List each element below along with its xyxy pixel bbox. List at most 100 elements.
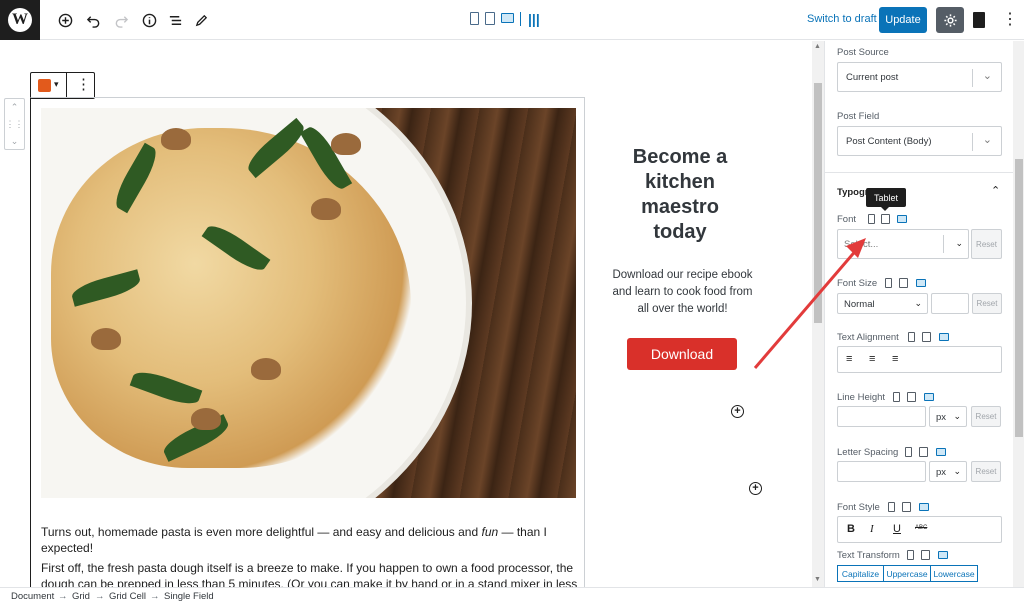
chevron-up-icon[interactable]: ⌃ (991, 184, 1000, 197)
scroll-down-icon[interactable]: ▼ (814, 576, 821, 583)
breadcrumb-grid[interactable]: Grid (72, 591, 90, 602)
list-outline-icon[interactable] (165, 10, 185, 30)
switch-to-draft-link[interactable]: Switch to draft (807, 13, 877, 25)
desktop-icon[interactable] (938, 551, 948, 559)
align-left-icon[interactable]: ≡ (846, 353, 852, 365)
paragraph-2[interactable]: First off, the fresh pasta dough itself … (41, 560, 581, 587)
tablet-icon[interactable] (919, 447, 928, 457)
breadcrumb-grid-cell[interactable]: Grid Cell (109, 591, 146, 602)
chevron-down-icon[interactable]: ▾ (54, 79, 59, 90)
align-center-icon[interactable]: ≡ (869, 353, 875, 365)
redo-icon[interactable] (111, 10, 131, 30)
mobile-icon[interactable] (885, 278, 892, 288)
tablet-icon[interactable] (881, 214, 890, 224)
block-more-options-icon[interactable]: ⋮ (76, 76, 91, 93)
tablet-icon[interactable] (902, 502, 911, 512)
mobile-icon[interactable] (868, 214, 875, 224)
breadcrumb-single-field[interactable]: Single Field (164, 591, 214, 602)
arrow-right-icon: → (58, 591, 68, 602)
chevron-down-icon: ⌄ (982, 134, 992, 146)
tablet-icon[interactable] (922, 332, 931, 342)
desktop-icon[interactable] (897, 215, 907, 223)
block-breadcrumb: Document → Grid → Grid Cell → Single Fie… (0, 587, 1024, 604)
font-size-select[interactable]: Normal ⌄ (837, 293, 928, 314)
mobile-icon[interactable] (908, 332, 915, 342)
underline-button[interactable]: U (893, 523, 901, 535)
tablet-icon[interactable] (907, 392, 916, 402)
font-reset-button[interactable]: Reset (971, 229, 1002, 259)
tablet-tooltip: Tablet (866, 188, 906, 207)
typography-panel-toggle[interactable]: Typogr (837, 187, 869, 198)
move-up-icon[interactable]: ⌃ (5, 99, 24, 116)
heading-line: today (653, 221, 707, 243)
capitalize-button[interactable]: Capitalize (837, 565, 884, 582)
font-placeholder: Select... (844, 239, 879, 250)
font-select[interactable]: Select... ⌄ (837, 229, 969, 259)
more-options-icon[interactable]: ⋮ (1002, 10, 1018, 30)
desktop-icon[interactable] (916, 279, 926, 287)
pencil-icon[interactable] (191, 10, 211, 30)
strikethrough-button[interactable]: ABC (915, 525, 927, 531)
description-line: Download our recipe ebook (612, 269, 753, 281)
align-right-icon[interactable]: ≡ (892, 353, 898, 365)
add-block-icon[interactable]: + (731, 405, 744, 418)
mobile-icon[interactable] (905, 447, 912, 457)
mushroom (331, 133, 361, 155)
desktop-icon[interactable] (936, 448, 946, 456)
uppercase-button[interactable]: Uppercase (883, 565, 931, 582)
paragraph-1[interactable]: Turns out, homemade pasta is even more d… (41, 524, 581, 556)
tablet-preview-icon[interactable] (485, 12, 495, 25)
line-height-unit-select[interactable]: px ⌄ (929, 406, 967, 427)
mobile-icon[interactable] (888, 502, 895, 512)
add-block-icon[interactable] (55, 10, 75, 30)
split-view-icon[interactable]: ||| (528, 11, 540, 27)
select-value: Current post (846, 72, 899, 83)
drag-handle-icon[interactable]: ⋮⋮ (5, 116, 24, 133)
post-field-select[interactable]: Post Content (Body) ⌄ (837, 126, 1002, 156)
add-block-icon[interactable]: + (749, 482, 762, 495)
sidebar-scrollbar[interactable] (1013, 41, 1024, 587)
paragraph-line: dough can be prepped in less than 5 minu… (41, 577, 578, 587)
bold-button[interactable]: B (847, 523, 855, 535)
italic-button[interactable]: I (870, 523, 874, 535)
font-size-reset-button[interactable]: Reset (972, 293, 1002, 314)
pasta-image[interactable] (41, 108, 576, 498)
mobile-icon[interactable] (893, 392, 900, 402)
undo-icon[interactable] (83, 10, 103, 30)
letter-spacing-input[interactable] (837, 461, 926, 482)
line-height-input[interactable] (837, 406, 926, 427)
font-size-custom-input[interactable] (931, 293, 969, 314)
promo-description[interactable]: Download our recipe ebook and learn to c… (605, 267, 760, 318)
scrollbar-thumb[interactable] (1015, 159, 1023, 437)
info-icon[interactable] (139, 10, 159, 30)
mobile-icon[interactable] (907, 550, 914, 560)
move-down-icon[interactable]: ⌄ (5, 133, 24, 150)
paragraph-text: Turns out, homemade pasta is even more d… (41, 525, 482, 539)
line-height-reset-button[interactable]: Reset (971, 406, 1001, 427)
download-button[interactable]: Download (627, 338, 737, 370)
wordpress-logo[interactable]: W (0, 0, 40, 40)
promo-heading[interactable]: Become a kitchen maestro today (600, 145, 760, 245)
tablet-icon[interactable] (899, 278, 908, 288)
mobile-preview-icon[interactable] (470, 12, 479, 25)
post-source-select[interactable]: Current post ⌄ (837, 62, 1002, 92)
lowercase-button[interactable]: Lowercase (930, 565, 978, 582)
plugin-sidebar-icon[interactable] (973, 12, 985, 28)
text-alignment-label: Text Alignment (837, 332, 899, 343)
desktop-icon[interactable] (939, 333, 949, 341)
breadcrumb-document[interactable]: Document (11, 591, 54, 602)
letter-spacing-reset-button[interactable]: Reset (971, 461, 1001, 482)
settings-gear-icon[interactable] (936, 7, 964, 33)
mushroom (251, 358, 281, 380)
scrollbar-thumb[interactable] (814, 83, 822, 323)
scroll-up-icon[interactable]: ▲ (814, 43, 821, 50)
canvas-scrollbar[interactable]: ▲ ▼ (812, 41, 824, 587)
desktop-icon[interactable] (924, 393, 934, 401)
desktop-preview-icon[interactable] (501, 13, 514, 23)
update-button[interactable]: Update (879, 7, 927, 33)
font-label: Font (837, 214, 857, 225)
letter-spacing-unit-select[interactable]: px ⌄ (929, 461, 967, 482)
calendar-block-icon[interactable] (38, 79, 51, 92)
desktop-icon[interactable] (919, 503, 929, 511)
tablet-icon[interactable] (921, 550, 930, 560)
